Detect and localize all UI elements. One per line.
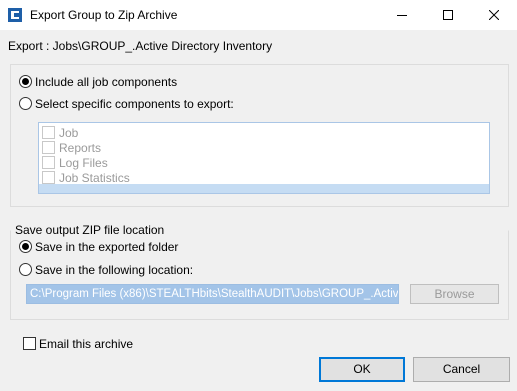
export-dialog: Export Group to Zip Archive Export : Job… [0, 0, 517, 391]
components-list[interactable]: Job Reports Log Files Job Statistics [38, 122, 490, 194]
select-specific-radio[interactable] [19, 97, 32, 110]
maximize-button[interactable] [425, 0, 471, 30]
maximize-icon [443, 10, 453, 20]
minimize-icon [397, 15, 407, 16]
window-title: Export Group to Zip Archive [30, 8, 178, 22]
list-item-label: Log Files [59, 156, 108, 170]
include-all-label[interactable]: Include all job components [35, 75, 177, 89]
ok-button[interactable]: OK [319, 357, 405, 382]
save-following-label[interactable]: Save in the following location: [35, 263, 193, 277]
email-archive-checkbox[interactable] [23, 337, 36, 350]
save-exported-radio[interactable] [19, 240, 32, 253]
minimize-button[interactable] [379, 0, 425, 30]
job-statistics-checkbox[interactable] [42, 171, 55, 184]
list-selection-highlight [39, 184, 489, 193]
output-path-field[interactable]: C:\Program Files (x86)\STEALTHbits\Steal… [26, 284, 399, 304]
include-all-radio[interactable] [19, 75, 32, 88]
reports-checkbox[interactable] [42, 141, 55, 154]
list-item-label: Job [59, 126, 79, 140]
save-following-radio[interactable] [19, 263, 32, 276]
export-zip-icon [8, 8, 22, 22]
close-icon [489, 10, 499, 20]
email-archive-label[interactable]: Email this archive [39, 337, 133, 351]
cancel-button[interactable]: Cancel [413, 357, 510, 382]
select-specific-label[interactable]: Select specific components to export: [35, 97, 234, 111]
export-path-label: Export : Jobs\GROUP_.Active Directory In… [8, 39, 273, 53]
browse-button[interactable]: Browse [410, 284, 499, 304]
save-exported-label[interactable]: Save in the exported folder [35, 240, 178, 254]
job-checkbox[interactable] [42, 126, 55, 139]
log-files-checkbox[interactable] [42, 156, 55, 169]
title-bar: Export Group to Zip Archive [0, 0, 517, 30]
list-item-label: Reports [59, 141, 102, 155]
close-button[interactable] [471, 0, 517, 30]
list-item-label: Job Statistics [59, 171, 130, 185]
